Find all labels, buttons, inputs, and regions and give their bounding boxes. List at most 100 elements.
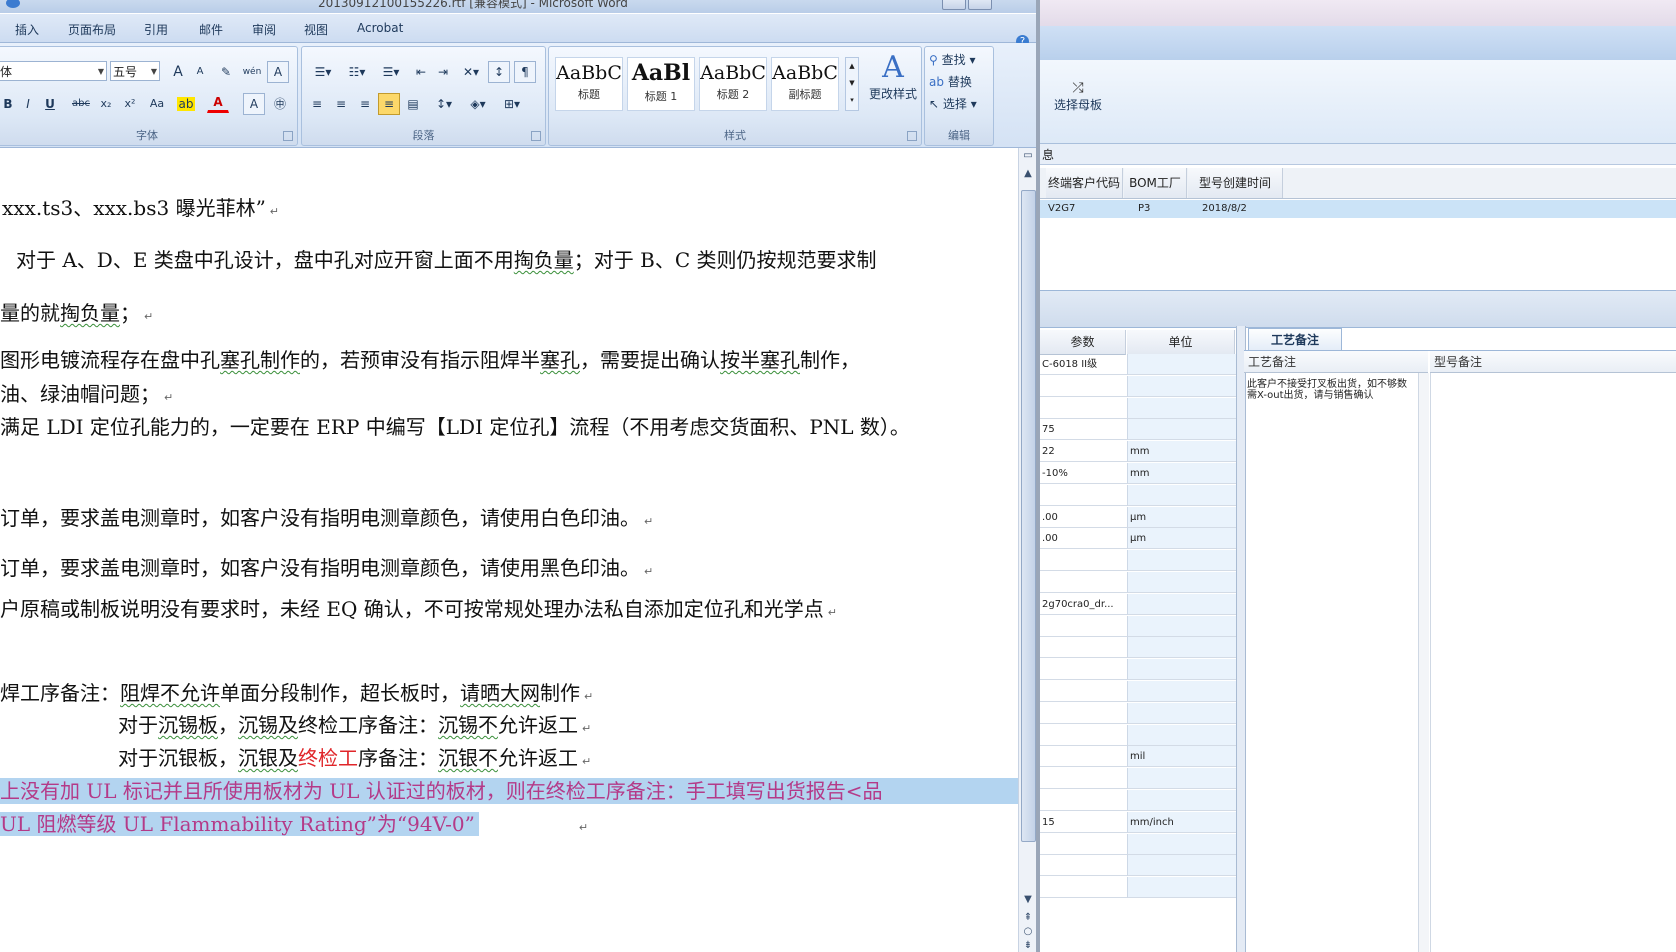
tab-insert[interactable]: 插入	[15, 21, 39, 38]
unit-cell[interactable]: mm	[1127, 441, 1236, 463]
find-button[interactable]: ⚲ 查找 ▾	[929, 51, 975, 68]
scroll-down-icon[interactable]: ▼	[1022, 894, 1034, 906]
ruler-toggle-icon[interactable]: ▭	[1022, 150, 1034, 162]
maximize-button[interactable]	[968, 0, 992, 10]
unit-cell[interactable]	[1127, 593, 1236, 615]
param-cell[interactable]: 15	[1040, 812, 1127, 833]
change-styles-button[interactable]: A 更改样式	[867, 51, 919, 102]
align-right-icon[interactable]: ≡	[354, 93, 376, 115]
unit-cell[interactable]: μm	[1127, 528, 1236, 550]
unit-cell[interactable]	[1127, 877, 1236, 899]
bullets-icon[interactable]: ☰▾	[306, 61, 340, 83]
font-name-combo[interactable]: 体 ▼	[0, 61, 107, 81]
unit-cell[interactable]	[1127, 354, 1236, 375]
unit-cell[interactable]	[1127, 681, 1236, 702]
unit-cell[interactable]	[1127, 397, 1236, 419]
unit-cell[interactable]	[1127, 855, 1236, 877]
param-cell[interactable]	[1040, 834, 1127, 855]
tab-page-layout[interactable]: 页面布局	[68, 21, 116, 38]
param-cell[interactable]	[1040, 768, 1127, 790]
multilevel-list-icon[interactable]: ☰▾	[374, 61, 408, 83]
vertical-scrollbar[interactable]: ▭ ▲ ▼ ⇞ ○ ⇟	[1018, 148, 1036, 952]
unit-cell[interactable]	[1127, 833, 1236, 855]
param-cell[interactable]	[1040, 398, 1127, 419]
grow-font-button[interactable]: A	[167, 61, 189, 83]
param-cell[interactable]: 22	[1040, 441, 1127, 463]
enclose-char-icon[interactable]: ㊥	[269, 93, 291, 115]
param-cell[interactable]	[1040, 877, 1127, 899]
subscript-button[interactable]: x₂	[95, 93, 117, 115]
param-cell[interactable]	[1040, 659, 1127, 681]
table-row[interactable]: V2G7 P3 2018/8/2	[1040, 200, 1676, 218]
unit-cell[interactable]: mm/inch	[1127, 811, 1236, 833]
param-cell[interactable]	[1040, 703, 1127, 724]
shrink-font-button[interactable]: A	[189, 61, 211, 83]
distributed-icon[interactable]: ▤	[402, 93, 424, 115]
style-tile-title[interactable]: AaBbC 标题	[555, 57, 623, 111]
unit-cell[interactable]	[1127, 659, 1236, 681]
dialog-launcher-icon[interactable]	[907, 131, 917, 141]
increase-indent-icon[interactable]: ⇥	[432, 61, 454, 83]
align-left-icon[interactable]: ≡	[306, 93, 328, 115]
param-cell[interactable]	[1040, 681, 1127, 702]
document-page[interactable]: xxx.ts3、xxx.bs3 曝光菲林” ↵ 对于 A、D、E 类盘中孔设计，盘…	[0, 148, 1018, 952]
unit-cell[interactable]	[1127, 637, 1236, 659]
param-cell[interactable]	[1040, 572, 1127, 593]
style-tile-heading1[interactable]: AaBl 标题 1	[627, 57, 695, 111]
param-cell[interactable]: 75	[1040, 419, 1127, 441]
font-color-button[interactable]: A	[207, 93, 229, 113]
unit-cell[interactable]: μm	[1127, 506, 1236, 528]
change-case-button[interactable]: Aa	[143, 93, 171, 115]
param-cell[interactable]	[1040, 637, 1127, 659]
param-cell[interactable]	[1040, 485, 1127, 506]
strikethrough-button[interactable]: abc	[67, 93, 95, 115]
unit-cell[interactable]	[1127, 419, 1236, 441]
style-tile-subtitle[interactable]: AaBbC 副标题	[771, 57, 839, 111]
scroll-thumb[interactable]	[1021, 190, 1036, 842]
tab-review[interactable]: 审阅	[252, 21, 276, 38]
char-border-icon[interactable]: A	[267, 61, 289, 83]
param-cell[interactable]	[1040, 855, 1127, 877]
column-header[interactable]: 参数	[1040, 330, 1126, 355]
unit-cell[interactable]	[1127, 484, 1236, 506]
unit-cell[interactable]	[1127, 550, 1236, 572]
show-marks-icon[interactable]: ¶	[514, 61, 536, 83]
param-cell[interactable]: 2g70cra0_dr...	[1040, 594, 1127, 615]
next-page-icon[interactable]: ⇟	[1022, 940, 1034, 952]
param-cell[interactable]	[1040, 790, 1127, 811]
unit-cell[interactable]	[1127, 790, 1236, 811]
panel-splitter-bar[interactable]	[1040, 290, 1676, 328]
param-cell[interactable]	[1040, 746, 1127, 768]
param-cell[interactable]	[1040, 376, 1127, 397]
select-button[interactable]: ↖ 选择 ▾	[929, 95, 977, 112]
param-cell[interactable]	[1040, 550, 1127, 572]
numbering-icon[interactable]: ☷▾	[340, 61, 374, 83]
column-header[interactable]: 单位	[1127, 330, 1235, 355]
unit-cell[interactable]	[1127, 615, 1236, 637]
dialog-launcher-icon[interactable]	[283, 131, 293, 141]
replace-button[interactable]: ab 替换	[929, 73, 972, 90]
param-cell[interactable]: C-6018 II级	[1040, 354, 1127, 375]
param-cell[interactable]	[1040, 616, 1127, 637]
unit-cell[interactable]	[1127, 375, 1236, 397]
unit-cell[interactable]	[1127, 768, 1236, 790]
tab-view[interactable]: 视图	[304, 21, 328, 38]
unit-cell[interactable]	[1127, 572, 1236, 593]
line-spacing-icon[interactable]: ↕▾	[428, 93, 460, 115]
tab-mailings[interactable]: 邮件	[199, 21, 223, 38]
minimize-button[interactable]	[942, 0, 966, 10]
unit-cell[interactable]: mil	[1127, 746, 1236, 768]
style-tile-heading2[interactable]: AaBbC 标题 2	[699, 57, 767, 111]
column-header[interactable]: 型号备注	[1430, 351, 1676, 373]
highlight-icon[interactable]: ab	[175, 93, 197, 115]
browse-object-icon[interactable]: ○	[1022, 926, 1034, 938]
param-cell[interactable]	[1040, 725, 1127, 746]
italic-button[interactable]: I	[17, 93, 39, 115]
chinese-layout-icon[interactable]: ✕▾	[456, 61, 486, 83]
phonetic-guide-icon[interactable]: wén	[241, 61, 263, 83]
borders-icon[interactable]: ⊞▾	[496, 93, 528, 115]
param-cell[interactable]: .00	[1040, 507, 1127, 528]
shading-icon[interactable]: ◈▾	[462, 93, 494, 115]
column-header[interactable]: 终端客户代码	[1046, 168, 1123, 198]
tab-references[interactable]: 引用	[144, 21, 168, 38]
